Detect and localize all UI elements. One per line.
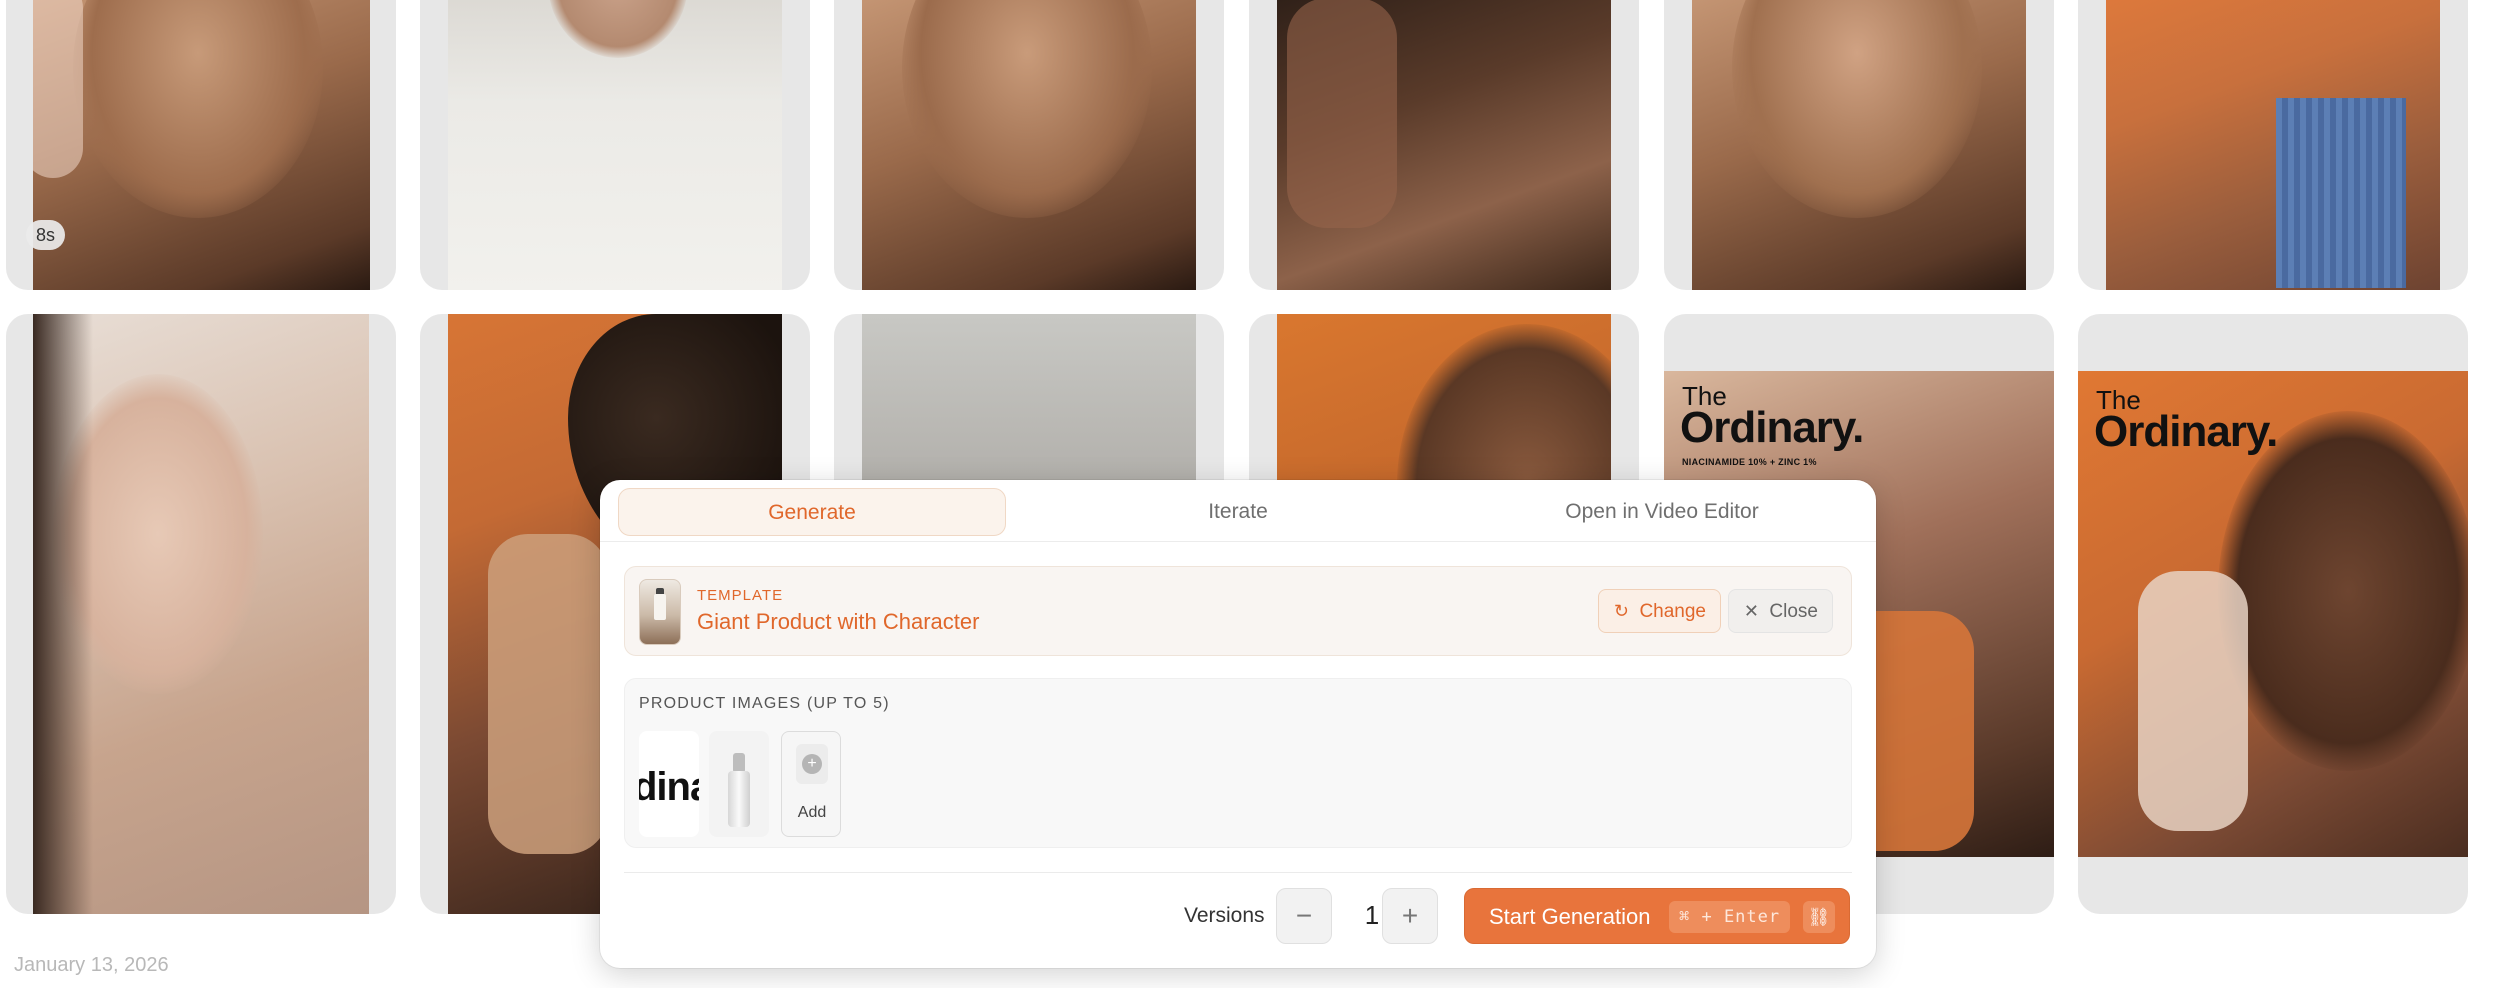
template-name: Giant Product with Character — [697, 609, 980, 634]
refresh-icon: ↻ — [1613, 601, 1629, 621]
versions-label: Versions — [1184, 904, 1265, 927]
product-images-label[interactable]: PRODUCT IMAGES (UP TO 5) — [639, 695, 890, 713]
add-label: Add — [797, 804, 827, 821]
change-label: Change — [1639, 601, 1706, 622]
divider — [624, 872, 1852, 873]
change-template-button[interactable]: ↻ Change — [1598, 589, 1721, 633]
video-thumbnail — [1277, 0, 1611, 290]
decrement-versions-button[interactable]: − — [1276, 888, 1332, 944]
brand-name: Ordinary. — [2094, 407, 2278, 456]
template-kicker: TEMPLATE — [697, 587, 784, 604]
product-images-section: PRODUCT IMAGES (UP TO 5) dina + Add — [624, 678, 1852, 848]
video-thumbnail — [862, 0, 1196, 290]
video-thumbnail — [33, 314, 369, 914]
video-card[interactable] — [2078, 0, 2468, 290]
video-card[interactable] — [1664, 0, 2054, 290]
product-ad-card[interactable]: The Ordinary. — [2078, 314, 2468, 914]
start-generation-button[interactable]: Start Generation ⌘ + Enter ⛓ — [1464, 888, 1850, 944]
video-thumbnail — [448, 0, 782, 290]
duration-badge: 8s — [26, 220, 66, 250]
close-template-button[interactable]: ✕ Close — [1728, 589, 1833, 633]
template-selector: TEMPLATE Giant Product with Character ↻ C… — [624, 566, 1852, 656]
video-card[interactable] — [420, 0, 810, 290]
video-thumbnail — [2106, 0, 2440, 290]
product-image-logo[interactable]: dina — [639, 731, 699, 837]
plus-icon: + — [802, 754, 822, 774]
video-card[interactable]: 8s — [6, 0, 396, 290]
brand-subtitle: NIACINAMIDE 10% + ZINC 1% — [1682, 457, 1817, 467]
start-generation-label: Start Generation — [1489, 904, 1651, 929]
close-label: Close — [1769, 601, 1818, 622]
brand-name: Ordinary. — [1680, 403, 1864, 452]
video-card[interactable] — [6, 314, 396, 914]
tab-generate[interactable]: Generate — [618, 488, 1006, 536]
gallery-page: 8s The Ordinary. NIACINAMIDE 10% + ZINC … — [0, 0, 2502, 988]
video-thumbnail — [1692, 0, 2026, 290]
tab-open-in-video-editor[interactable]: Open in Video Editor — [1468, 488, 1856, 536]
ad-image: The Ordinary. — [2078, 371, 2468, 857]
video-card[interactable] — [1249, 0, 1639, 290]
date-group-label: January 13, 2026 — [14, 954, 169, 976]
increment-versions-button[interactable]: + — [1382, 888, 1438, 944]
tab-iterate[interactable]: Iterate — [1044, 488, 1432, 536]
keyboard-shortcut-hint: ⌘ + Enter — [1669, 901, 1791, 933]
link-icon: ⛓ — [1803, 901, 1835, 933]
template-thumbnail — [639, 579, 681, 645]
add-product-image-button[interactable]: + Add — [781, 731, 841, 837]
video-card[interactable] — [834, 0, 1224, 290]
close-icon: ✕ — [1743, 601, 1759, 621]
video-thumbnail — [33, 0, 370, 290]
product-image-bottle[interactable] — [709, 731, 769, 837]
generation-panel: Generate Iterate Open in Video Editor TE… — [600, 480, 1876, 968]
panel-tabs: Generate Iterate Open in Video Editor — [600, 480, 1876, 542]
logo-text: dina — [639, 765, 699, 809]
